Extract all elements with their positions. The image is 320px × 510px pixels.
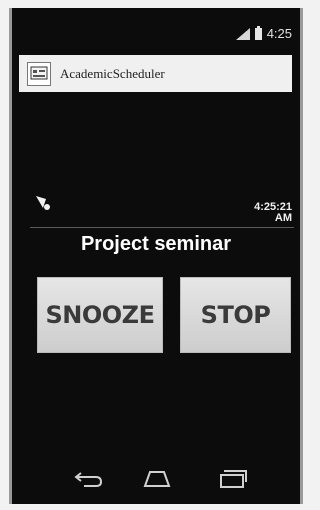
- divider: [30, 227, 294, 228]
- app-logo-icon: [27, 61, 51, 86]
- signal-icon: [235, 27, 250, 40]
- back-icon[interactable]: [72, 466, 106, 490]
- home-icon[interactable]: [140, 466, 174, 490]
- phone-screen: 4:25 AcademicScheduler 4:25:21 AM Projec…: [9, 8, 303, 504]
- stop-button[interactable]: STOP: [180, 277, 291, 353]
- status-icons: 4:25: [235, 25, 292, 41]
- event-title: Project seminar: [80, 233, 232, 255]
- status-time: 4:25: [266, 26, 292, 41]
- alarm-bell-icon: [36, 196, 50, 210]
- recent-apps-icon[interactable]: [215, 466, 249, 490]
- action-bar: AcademicScheduler: [19, 55, 292, 92]
- app-title: AcademicScheduler: [60, 65, 165, 81]
- status-bar: 4:25: [12, 8, 300, 46]
- navigation-bar: [12, 444, 300, 504]
- alarm-time: 4:25:21 AM: [254, 202, 292, 224]
- snooze-button[interactable]: SNOOZE: [37, 277, 163, 353]
- battery-icon: [254, 25, 262, 40]
- alarm-time-ampm: AM: [274, 212, 292, 224]
- alarm-row: 4:25:21 AM: [12, 188, 300, 228]
